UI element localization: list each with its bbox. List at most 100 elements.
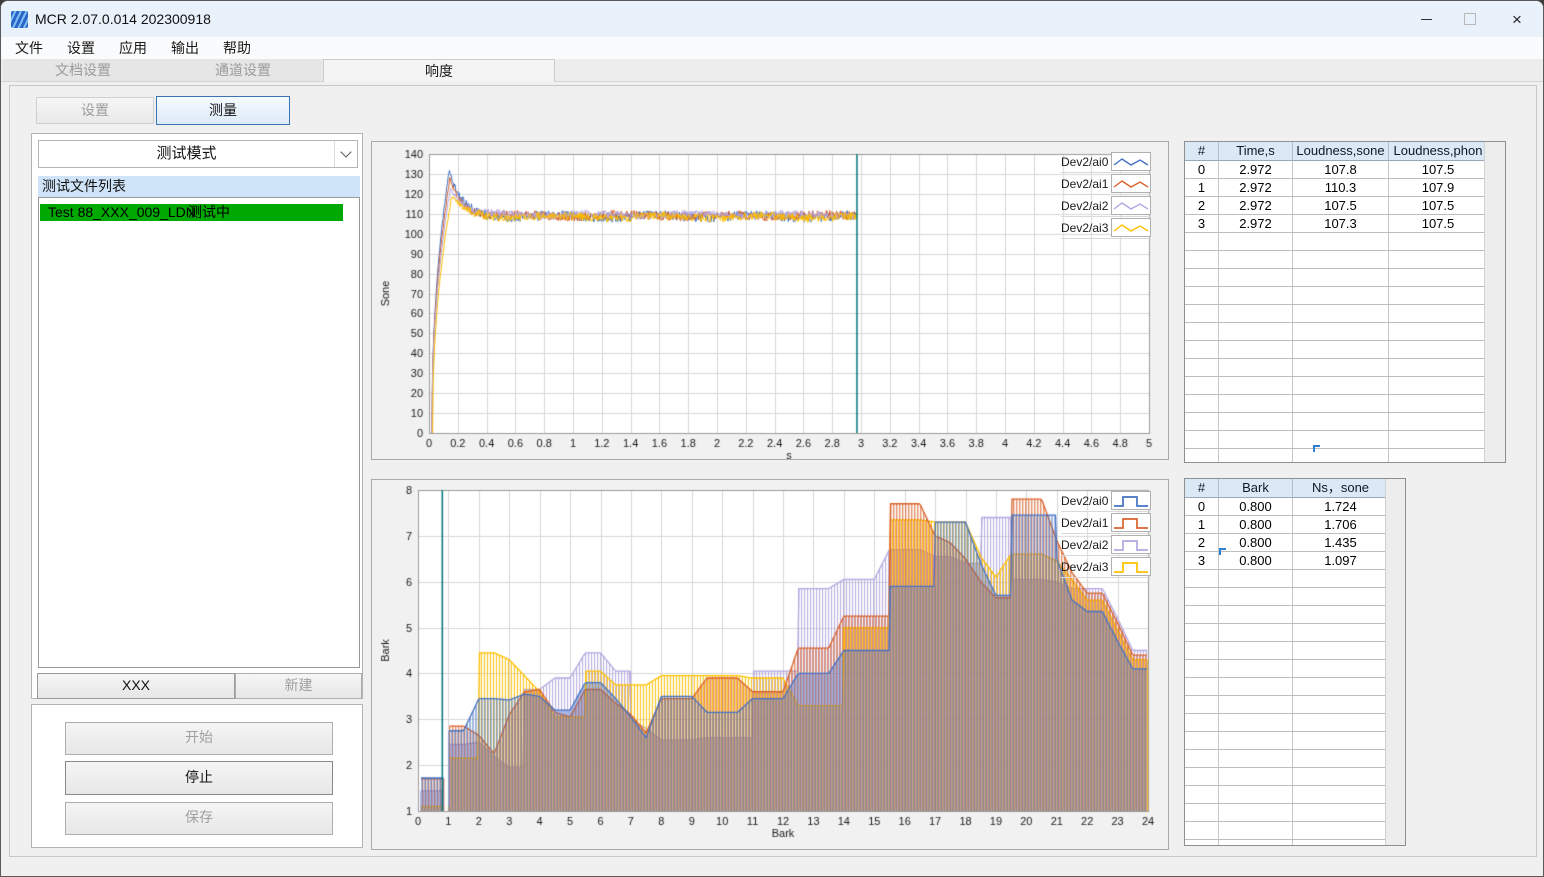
- table-row[interactable]: [1185, 624, 1389, 642]
- table-cell[interactable]: [1219, 431, 1293, 449]
- bark-table[interactable]: # Bark Ns，sone 0 0.800 1.724 1 0.800 1.706 2 0.800…: [1185, 479, 1389, 845]
- table-cell[interactable]: 0: [1185, 498, 1219, 516]
- table-cell[interactable]: [1219, 570, 1293, 588]
- table-cell[interactable]: 107.5: [1389, 161, 1488, 179]
- minimize-button[interactable]: [1404, 1, 1448, 37]
- table-cell[interactable]: [1219, 696, 1293, 714]
- table-cell[interactable]: [1219, 786, 1293, 804]
- table-cell[interactable]: 107.8: [1293, 161, 1389, 179]
- table-cell[interactable]: 1: [1185, 516, 1219, 534]
- table-row[interactable]: [1185, 341, 1488, 359]
- test-file-listbox[interactable]: Test 88_XXX_009_LDN 测试中: [38, 197, 360, 668]
- table-row[interactable]: [1185, 786, 1389, 804]
- table-row[interactable]: 3 2.972 107.3 107.5: [1185, 215, 1488, 233]
- table-cell[interactable]: [1219, 377, 1293, 395]
- loudness-table[interactable]: # Time,s Loudness,sone Loudness,phon 0 2.972 1…: [1185, 142, 1488, 462]
- table-cell[interactable]: [1219, 750, 1293, 768]
- legend-entry[interactable]: Dev2/ai0: [1061, 490, 1152, 512]
- table-cell[interactable]: [1293, 413, 1389, 431]
- subtab-measure[interactable]: 测量: [156, 96, 290, 125]
- legend-entry[interactable]: Dev2/ai0: [1061, 151, 1152, 173]
- table-cell[interactable]: [1293, 732, 1389, 750]
- table-cell[interactable]: [1389, 449, 1488, 462]
- table-cell[interactable]: [1293, 588, 1389, 606]
- table-cell[interactable]: [1185, 750, 1219, 768]
- table-cell[interactable]: [1293, 786, 1389, 804]
- table-cell[interactable]: [1219, 287, 1293, 305]
- table-cell[interactable]: [1293, 660, 1389, 678]
- table-cell[interactable]: [1293, 269, 1389, 287]
- table-cell[interactable]: 0.800: [1219, 498, 1293, 516]
- legend-entry[interactable]: Dev2/ai3: [1061, 556, 1152, 578]
- table-cell[interactable]: [1185, 305, 1219, 323]
- table-row[interactable]: [1185, 606, 1389, 624]
- table-cell[interactable]: [1185, 413, 1219, 431]
- table-cell[interactable]: [1293, 678, 1389, 696]
- table-row[interactable]: [1185, 323, 1488, 341]
- table-row[interactable]: [1185, 233, 1488, 251]
- legend-entry[interactable]: Dev2/ai2: [1061, 534, 1152, 556]
- table-cell[interactable]: [1185, 570, 1219, 588]
- table-row[interactable]: [1185, 377, 1488, 395]
- table-cell[interactable]: 107.5: [1293, 197, 1389, 215]
- table-cell[interactable]: [1219, 624, 1293, 642]
- table-cell[interactable]: [1293, 323, 1389, 341]
- table-row[interactable]: [1185, 449, 1488, 462]
- table-row[interactable]: 2 2.972 107.5 107.5: [1185, 197, 1488, 215]
- table-cell[interactable]: [1185, 359, 1219, 377]
- table-cell[interactable]: 3: [1185, 215, 1219, 233]
- table-row[interactable]: [1185, 413, 1488, 431]
- table-cell[interactable]: [1185, 341, 1219, 359]
- legend-entry[interactable]: Dev2/ai1: [1061, 173, 1152, 195]
- table-cell[interactable]: [1293, 287, 1389, 305]
- table-cell[interactable]: [1389, 287, 1488, 305]
- table-cell[interactable]: [1389, 395, 1488, 413]
- table-cell[interactable]: [1185, 395, 1219, 413]
- table-cell[interactable]: [1389, 359, 1488, 377]
- table-cell[interactable]: [1219, 449, 1293, 462]
- table-cell[interactable]: [1293, 251, 1389, 269]
- table-cell[interactable]: [1389, 431, 1488, 449]
- table-cell[interactable]: [1219, 251, 1293, 269]
- xxx-button[interactable]: XXX: [37, 673, 235, 699]
- table-row[interactable]: [1185, 395, 1488, 413]
- list-item-selected[interactable]: Test 88_XXX_009_LDN 测试中: [40, 204, 343, 221]
- table-cell[interactable]: [1293, 395, 1389, 413]
- table-row[interactable]: 2 0.800 1.435: [1185, 534, 1389, 552]
- table-cell[interactable]: [1185, 822, 1219, 840]
- table-cell[interactable]: [1185, 269, 1219, 287]
- table-cell[interactable]: [1185, 588, 1219, 606]
- table-row[interactable]: [1185, 570, 1389, 588]
- table-cell[interactable]: [1185, 323, 1219, 341]
- table-cell[interactable]: [1185, 251, 1219, 269]
- table-row[interactable]: [1185, 251, 1488, 269]
- table-cell[interactable]: [1185, 233, 1219, 251]
- table-row[interactable]: 1 0.800 1.706: [1185, 516, 1389, 534]
- table-cell[interactable]: [1293, 624, 1389, 642]
- table-cell[interactable]: [1219, 233, 1293, 251]
- table-row[interactable]: [1185, 840, 1389, 845]
- table-cell[interactable]: 2.972: [1219, 161, 1293, 179]
- table-cell[interactable]: [1185, 642, 1219, 660]
- bark-table-panel[interactable]: # Bark Ns，sone 0 0.800 1.724 1 0.800 1.706 2 0.800…: [1184, 478, 1406, 846]
- menu-apply[interactable]: 应用: [115, 37, 151, 59]
- table-row[interactable]: 3 0.800 1.097: [1185, 552, 1389, 570]
- table-cell[interactable]: [1293, 431, 1389, 449]
- table-cell[interactable]: [1219, 359, 1293, 377]
- dropdown-button[interactable]: [334, 141, 357, 167]
- table-row[interactable]: 0 0.800 1.724: [1185, 498, 1389, 516]
- table-cell[interactable]: [1389, 341, 1488, 359]
- table-cell[interactable]: [1219, 413, 1293, 431]
- table-row[interactable]: 1 2.972 110.3 107.9: [1185, 179, 1488, 197]
- table-row[interactable]: [1185, 804, 1389, 822]
- table-row[interactable]: [1185, 822, 1389, 840]
- table-cell[interactable]: [1185, 431, 1219, 449]
- table-cell[interactable]: [1219, 822, 1293, 840]
- table-row[interactable]: [1185, 642, 1389, 660]
- table-cell[interactable]: [1389, 377, 1488, 395]
- table-cell[interactable]: 0.800: [1219, 552, 1293, 570]
- table-cell[interactable]: [1219, 732, 1293, 750]
- table-cell[interactable]: 0.800: [1219, 534, 1293, 552]
- table-cell[interactable]: [1293, 714, 1389, 732]
- table-row[interactable]: [1185, 269, 1488, 287]
